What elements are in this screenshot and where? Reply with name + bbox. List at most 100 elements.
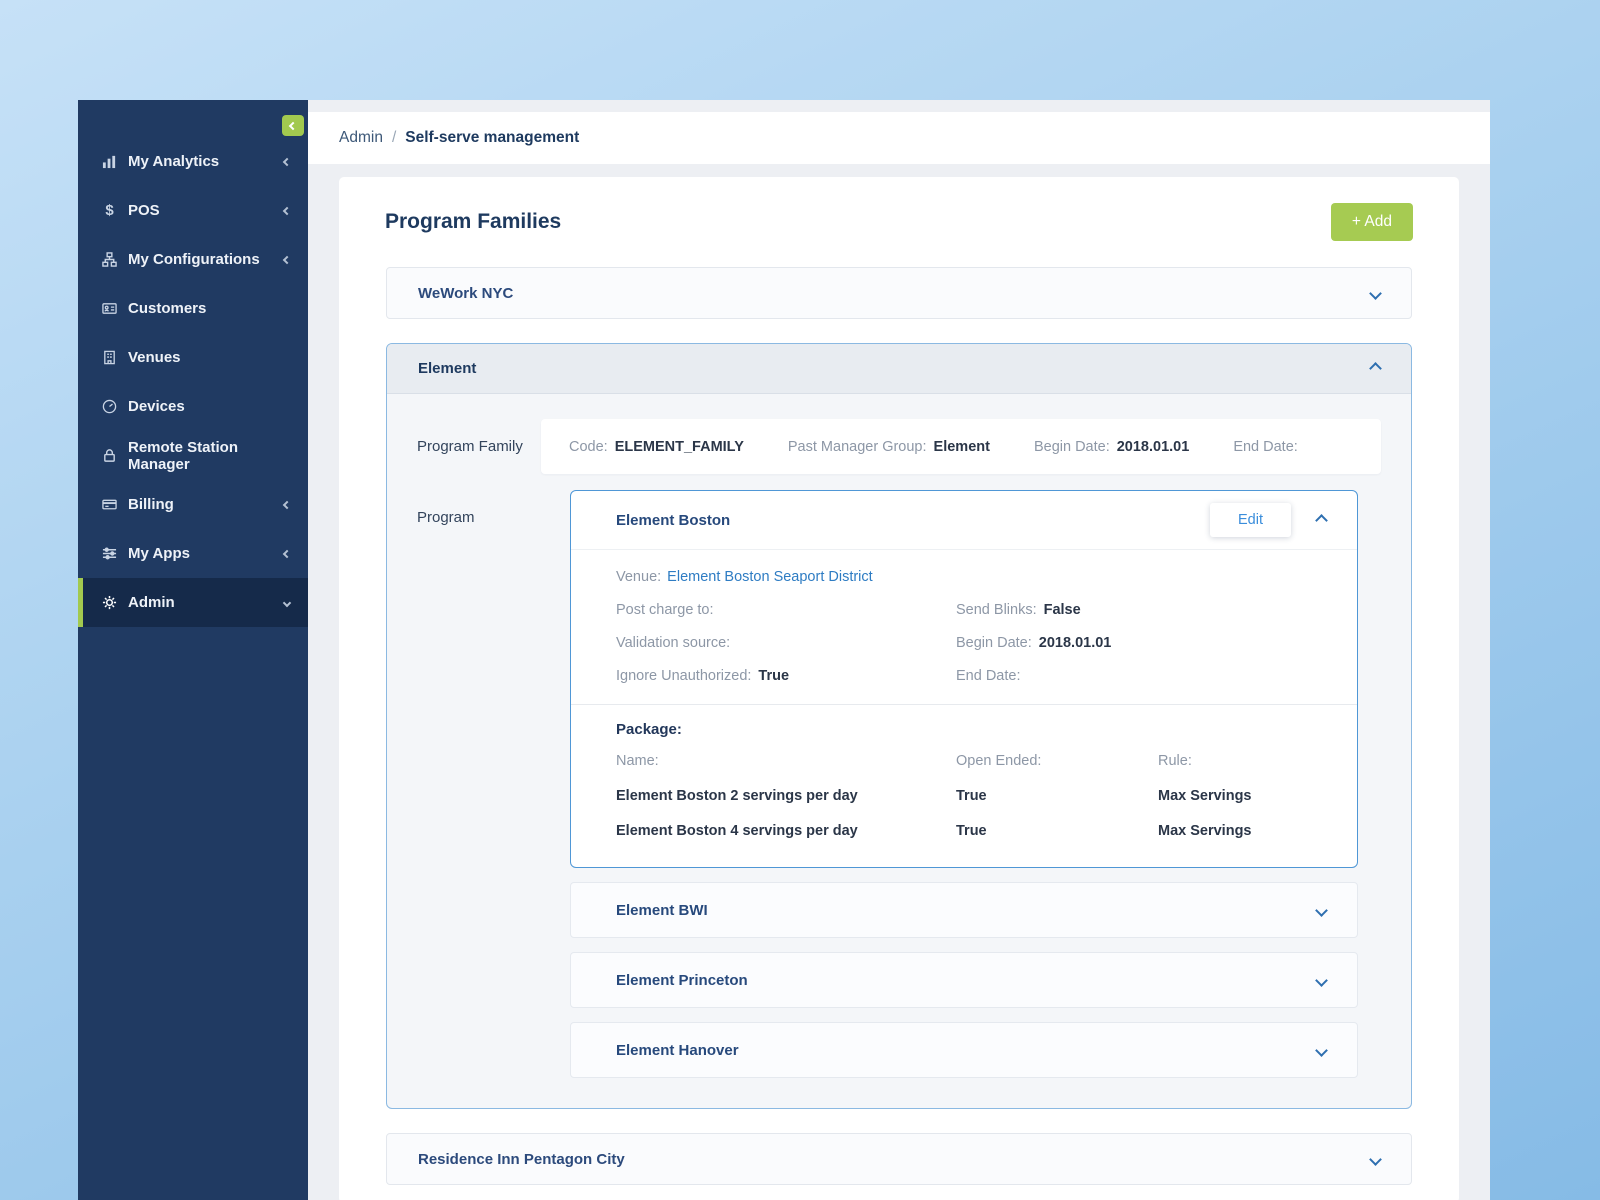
program-row-element-princeton[interactable]: Element Princeton: [570, 952, 1358, 1008]
chevron-left-icon: [288, 121, 298, 130]
end-date-label: End Date:: [956, 668, 1021, 684]
package-row-name: Element Boston 2 servings per day: [616, 788, 858, 804]
sidebar-nav: My Analytics $ POS My Configurations Cus…: [78, 100, 308, 627]
sidebar-item-devices[interactable]: Devices: [78, 382, 308, 431]
program-section: Program Element Boston Edit Venue: Eleme…: [417, 490, 1381, 1078]
program-label: Program: [417, 509, 475, 526]
package-row-open-ended: True: [956, 823, 987, 839]
post-charge-field: Post charge to:: [616, 600, 956, 620]
program-families-card: Program Families + Add WeWork NYC Elemen…: [339, 177, 1459, 1200]
family-row-element[interactable]: Element: [387, 344, 1411, 394]
sidebar-item-venues[interactable]: Venues: [78, 333, 308, 382]
sidebar-item-pos[interactable]: $ POS: [78, 186, 308, 235]
package-section-title: Package:: [616, 721, 682, 738]
family-name: WeWork NYC: [418, 284, 514, 302]
building-icon: [101, 350, 118, 365]
sitemap-icon: [101, 252, 118, 267]
send-blinks-value: False: [1043, 602, 1081, 618]
chevron-up-icon: [1315, 513, 1328, 527]
begin-date-label: Begin Date:: [1033, 438, 1110, 455]
breadcrumb-current: Self-serve management: [405, 129, 580, 146]
chevron-left-icon: [282, 549, 292, 558]
main-content: Admin / Self-serve management Program Fa…: [308, 100, 1490, 1200]
program-name: Element BWI: [616, 901, 708, 919]
program-name: Element Hanover: [616, 1041, 739, 1059]
package-row-rule: Max Servings: [1158, 823, 1252, 839]
add-button[interactable]: + Add: [1330, 203, 1413, 241]
program-row-element-bwi[interactable]: Element BWI: [570, 882, 1358, 938]
sidebar-item-customers[interactable]: Customers: [78, 284, 308, 333]
sidebar: My Analytics $ POS My Configurations Cus…: [78, 100, 308, 1200]
code-field: Code: ELEMENT_FAMILY: [569, 439, 744, 455]
end-date-label: End Date:: [1233, 438, 1298, 455]
program-fields: Venue: Element Boston Seaport District Po…: [616, 567, 1312, 686]
bar-chart-icon: [101, 154, 118, 169]
venue-link[interactable]: Element Boston Seaport District: [667, 569, 873, 585]
sliders-icon: [101, 546, 118, 561]
ignore-unauthorized-value: True: [758, 668, 790, 684]
chevron-down-icon: [1315, 903, 1328, 917]
sidebar-item-label: My Analytics: [128, 153, 220, 170]
code-label: Code:: [569, 438, 608, 455]
program-row-element-boston[interactable]: Element Boston Edit: [571, 491, 1357, 550]
validation-source-label: Validation source:: [616, 635, 731, 651]
send-blinks-label: Send Blinks:: [956, 602, 1037, 618]
program-accordion-list: Element Boston Edit Venue: Element Boston…: [570, 490, 1358, 1078]
edit-button[interactable]: Edit: [1210, 503, 1291, 537]
past-manager-group-field: Past Manager Group: Element: [788, 439, 990, 455]
breadcrumb-separator: /: [391, 129, 397, 146]
post-charge-label: Post charge to:: [616, 602, 714, 618]
chevron-left-icon: [282, 206, 292, 215]
chevron-down-icon: [282, 598, 292, 607]
begin-date-field: Begin Date: 2018.01.01: [1034, 439, 1189, 455]
ignore-unauthorized-field: Ignore Unauthorized: True: [616, 666, 956, 686]
family-name: Residence Inn Pentagon City: [418, 1150, 625, 1168]
breadcrumb-admin-link[interactable]: Admin: [339, 129, 383, 147]
package-row-open-ended: True: [956, 788, 987, 804]
package-header-name: Name:: [616, 753, 659, 769]
gauge-icon: [101, 399, 118, 414]
validation-source-field: Validation source:: [616, 633, 956, 653]
sidebar-item-my-analytics[interactable]: My Analytics: [78, 137, 308, 186]
family-accordion-list: WeWork NYC Element Program Family Code: E…: [339, 267, 1459, 1185]
venue-field: Venue: Element Boston Seaport District: [616, 567, 1312, 587]
sidebar-item-my-configurations[interactable]: My Configurations: [78, 235, 308, 284]
program-family-details: Code: ELEMENT_FAMILY Past Manager Group: E…: [541, 419, 1381, 474]
sidebar-item-label: Devices: [128, 398, 185, 415]
program-panel-element-boston: Element Boston Edit Venue: Element Boston…: [570, 490, 1358, 868]
sidebar-collapse-button[interactable]: [282, 115, 304, 136]
program-name: Element Princeton: [616, 971, 748, 989]
dollar-icon: $: [105, 202, 114, 219]
venue-label: Venue:: [616, 569, 662, 585]
family-name: Element: [418, 360, 477, 377]
sidebar-item-billing[interactable]: Billing: [78, 480, 308, 529]
past-manager-group-value: Element: [933, 438, 990, 455]
chevron-down-icon: [1315, 1043, 1328, 1057]
program-family-label: Program Family: [417, 438, 523, 455]
sidebar-item-admin[interactable]: Admin: [78, 578, 308, 627]
divider: [571, 704, 1357, 705]
program-row-element-hanover[interactable]: Element Hanover: [570, 1022, 1358, 1078]
program-family-section: Program Family Code: ELEMENT_FAMILY Past …: [417, 419, 1381, 474]
card-header: Program Families + Add: [339, 177, 1459, 267]
lock-icon: [101, 448, 118, 463]
family-row-residence-inn-pentagon-city[interactable]: Residence Inn Pentagon City: [386, 1133, 1412, 1185]
chevron-up-icon: [1369, 362, 1382, 375]
chevron-down-icon: [1315, 973, 1328, 987]
send-blinks-field: Send Blinks: False: [956, 600, 1312, 620]
program-name: Element Boston: [616, 511, 731, 529]
begin-date-value: 2018.01.01: [1116, 438, 1190, 455]
end-date-field: End Date:: [1233, 439, 1305, 455]
sidebar-item-remote-station-manager[interactable]: Remote Station Manager: [78, 431, 308, 480]
chevron-down-icon: [1369, 1152, 1382, 1166]
gear-icon: [101, 595, 118, 610]
ignore-unauthorized-label: Ignore Unauthorized:: [616, 668, 752, 684]
chevron-left-icon: [282, 255, 292, 264]
chevron-left-icon: [282, 157, 292, 166]
package-header-rule: Rule:: [1158, 753, 1192, 769]
sidebar-item-label: Customers: [128, 300, 207, 317]
sidebar-item-my-apps[interactable]: My Apps: [78, 529, 308, 578]
family-panel-body: Program Family Code: ELEMENT_FAMILY Past …: [387, 394, 1411, 1108]
family-row-wework-nyc[interactable]: WeWork NYC: [386, 267, 1412, 319]
sidebar-item-label: Admin: [128, 594, 175, 611]
